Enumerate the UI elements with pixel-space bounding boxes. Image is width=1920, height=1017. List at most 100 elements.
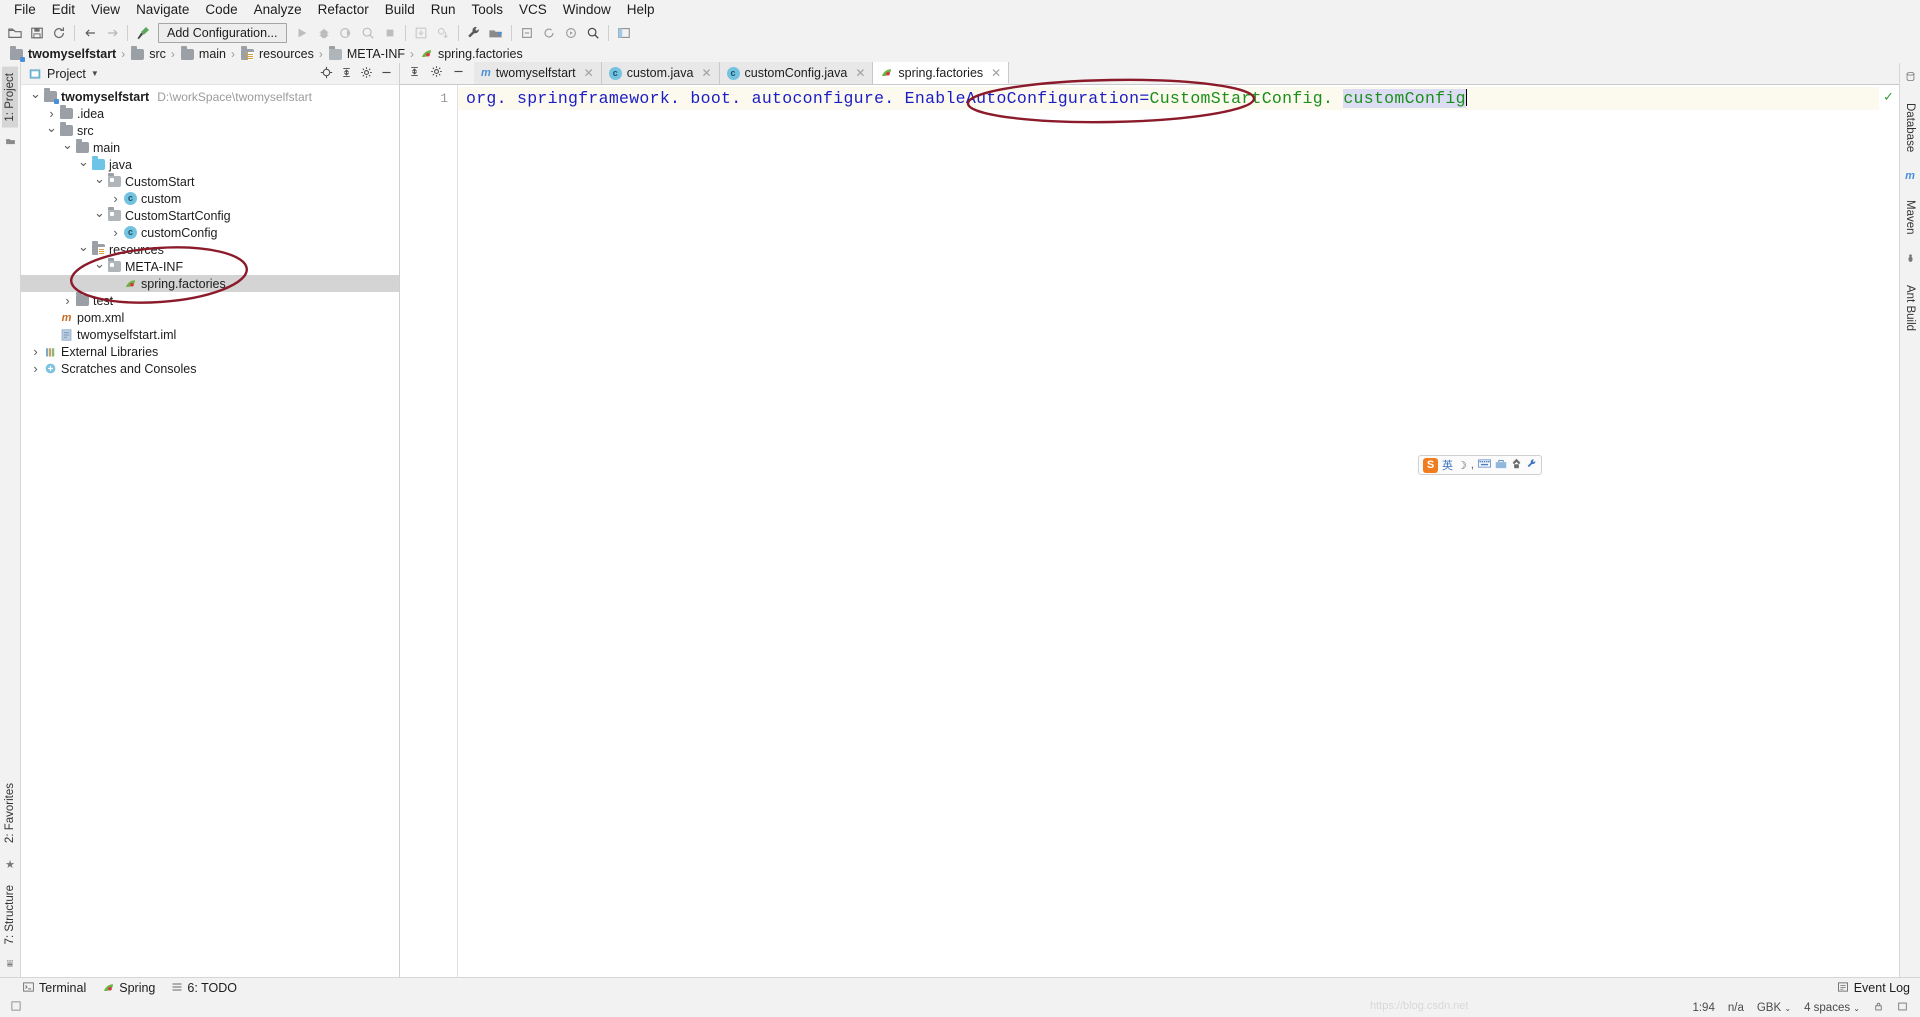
structure-icon[interactable]: ⩸ <box>7 956 14 973</box>
layout-icon[interactable] <box>613 22 635 44</box>
database-icon[interactable] <box>1905 69 1916 87</box>
tree-row-java[interactable]: ⌄ java <box>21 155 399 173</box>
hide-icon[interactable] <box>380 66 393 81</box>
project-tree[interactable]: ⌄ twomyselfstart D:\workSpace\twomyselfsta… <box>21 85 399 977</box>
tree-expand-arrow[interactable]: ⌄ <box>29 87 42 100</box>
run-icon[interactable] <box>291 22 313 44</box>
encoding-selector[interactable]: GBK ⌄ <box>1757 1002 1791 1014</box>
settings-gear-icon[interactable] <box>430 65 443 81</box>
toolbox-icon[interactable] <box>1495 459 1507 472</box>
run-coverage-icon[interactable] <box>335 22 357 44</box>
tree-row-customstartconfig[interactable]: ⌄ CustomStartConfig <box>21 206 399 224</box>
editor-tab-twomyselfstart[interactable]: m twomyselfstart ✕ <box>474 62 602 84</box>
tree-expand-arrow[interactable]: › <box>45 106 58 121</box>
forward-arrow-icon[interactable] <box>101 22 123 44</box>
ime-mode-label[interactable]: 英 <box>1442 457 1453 473</box>
keyboard-icon[interactable] <box>1477 459 1491 471</box>
code-line-1[interactable]: org. springframework. boot. autoconfigur… <box>458 87 1879 110</box>
caret-position[interactable]: 1:94 <box>1692 1002 1714 1014</box>
tree-expand-arrow[interactable]: › <box>61 293 74 308</box>
menu-item-refactor[interactable]: Refactor <box>310 1 377 19</box>
commit-icon[interactable] <box>432 22 454 44</box>
tree-row-scratches-and-consoles[interactable]: › Scratches and Consoles <box>21 360 399 377</box>
comma-icon[interactable]: , <box>1471 459 1474 471</box>
locate-icon[interactable] <box>320 66 333 81</box>
breadcrumb-item-main[interactable]: main <box>177 45 229 61</box>
folder-icon[interactable] <box>5 134 16 151</box>
menu-item-code[interactable]: Code <box>197 1 245 19</box>
menu-item-window[interactable]: Window <box>555 1 619 19</box>
tree-expand-arrow[interactable]: ⌄ <box>45 121 58 134</box>
tree-row-customstart[interactable]: ⌄ CustomStart <box>21 172 399 190</box>
tree-row-twomyselfstart-iml[interactable]: twomyselfstart.iml <box>21 326 399 343</box>
search-everywhere-icon[interactable] <box>582 22 604 44</box>
editor-tab-customconfig-java[interactable]: c customConfig.java ✕ <box>719 62 874 84</box>
wrench-icon[interactable] <box>1526 458 1537 472</box>
tree-expand-arrow[interactable]: › <box>29 361 42 376</box>
sync-project-icon[interactable] <box>516 22 538 44</box>
profile-icon[interactable] <box>357 22 379 44</box>
event-log-status-icon[interactable] <box>1897 1001 1908 1015</box>
tree-expand-arrow[interactable]: ⌄ <box>77 155 90 168</box>
sidebar-item-database[interactable]: Database <box>1902 97 1918 158</box>
back-arrow-icon[interactable] <box>79 22 101 44</box>
breadcrumb-item-src[interactable]: src <box>127 45 169 61</box>
hide-icon[interactable] <box>452 65 465 81</box>
menu-item-build[interactable]: Build <box>377 1 423 19</box>
editor-viewport[interactable]: 1 org. springframework. boot. autoconfig… <box>400 85 1899 977</box>
editor-code-area[interactable]: org. springframework. boot. autoconfigur… <box>458 85 1879 977</box>
sidebar-item-structure[interactable]: 7: Structure <box>2 879 18 950</box>
bottom-item-terminal[interactable]: Terminal <box>22 981 86 996</box>
tree-row-pom-xml[interactable]: m pom.xml <box>21 309 399 326</box>
menu-item-edit[interactable]: Edit <box>44 1 83 19</box>
sidebar-item-maven[interactable]: Maven <box>1902 194 1918 241</box>
breadcrumb-item-resources[interactable]: resources <box>237 45 317 61</box>
tree-expand-arrow[interactable]: › <box>109 225 122 240</box>
tree-row-src[interactable]: ⌄ src <box>21 121 399 139</box>
tree-row-spring-factories[interactable]: spring.factories <box>21 275 399 292</box>
sogou-logo-icon[interactable]: S <box>1423 457 1438 473</box>
tree-expand-arrow[interactable]: › <box>109 191 122 206</box>
sidebar-item-project[interactable]: 1: Project <box>2 67 18 128</box>
tree-row-external-libraries[interactable]: › External Libraries <box>21 343 399 360</box>
tree-row-resources[interactable]: ⌄ resources <box>21 240 399 258</box>
tree-row-custom[interactable]: › c custom <box>21 190 399 207</box>
tree-row-twomyselfstart[interactable]: ⌄ twomyselfstart D:\workSpace\twomyselfsta… <box>21 87 399 105</box>
tree-expand-arrow[interactable]: ⌄ <box>61 138 74 151</box>
stop-icon[interactable] <box>379 22 401 44</box>
lock-icon[interactable] <box>1873 1001 1884 1015</box>
bottom-item-todo[interactable]: 6: TODO <box>171 981 237 996</box>
sync-icon[interactable] <box>48 22 70 44</box>
refresh-icon[interactable] <box>538 22 560 44</box>
expand-collapse-icon[interactable] <box>408 65 421 81</box>
editor-tab-spring-factories[interactable]: spring.factories ✕ <box>873 62 1010 84</box>
indent-selector[interactable]: 4 spaces ⌄ <box>1804 1002 1860 1014</box>
inspection-ok-icon[interactable]: ✓ <box>1883 89 1894 105</box>
star-icon[interactable]: ★ <box>5 856 15 873</box>
menu-item-view[interactable]: View <box>83 1 128 19</box>
run-anything-icon[interactable] <box>560 22 582 44</box>
sidebar-item-ant-build[interactable]: Ant Build <box>1902 279 1918 337</box>
settings-gear-icon[interactable] <box>360 66 373 81</box>
close-icon[interactable]: ✕ <box>581 66 594 80</box>
menu-item-help[interactable]: Help <box>619 1 663 19</box>
editor-tab-custom-java[interactable]: c custom.java ✕ <box>601 62 720 84</box>
open-folder-icon[interactable] <box>4 22 26 44</box>
tree-row--idea[interactable]: › .idea <box>21 105 399 122</box>
bottom-item-event-log[interactable]: Event Log <box>1854 981 1910 995</box>
build-hammer-icon[interactable] <box>132 22 154 44</box>
wrench-icon[interactable] <box>463 22 485 44</box>
menu-item-analyze[interactable]: Analyze <box>246 1 310 19</box>
status-bar-left-icon[interactable] <box>10 1000 22 1015</box>
tree-row-test[interactable]: › test <box>21 292 399 309</box>
moon-icon[interactable]: ☽ <box>1457 459 1467 472</box>
ant-icon[interactable] <box>1905 251 1916 269</box>
breadcrumb-item-meta-inf[interactable]: META-INF <box>325 45 408 61</box>
close-icon[interactable]: ✕ <box>988 66 1001 80</box>
menu-item-navigate[interactable]: Navigate <box>128 1 197 19</box>
tree-expand-arrow[interactable]: ⌄ <box>93 206 106 219</box>
project-panel-title[interactable]: Project ▼ <box>27 67 99 81</box>
sogou-ime-toolbar[interactable]: S 英 ☽ , <box>1418 455 1542 475</box>
project-structure-icon[interactable] <box>485 22 507 44</box>
bottom-item-spring[interactable]: Spring <box>102 981 155 995</box>
